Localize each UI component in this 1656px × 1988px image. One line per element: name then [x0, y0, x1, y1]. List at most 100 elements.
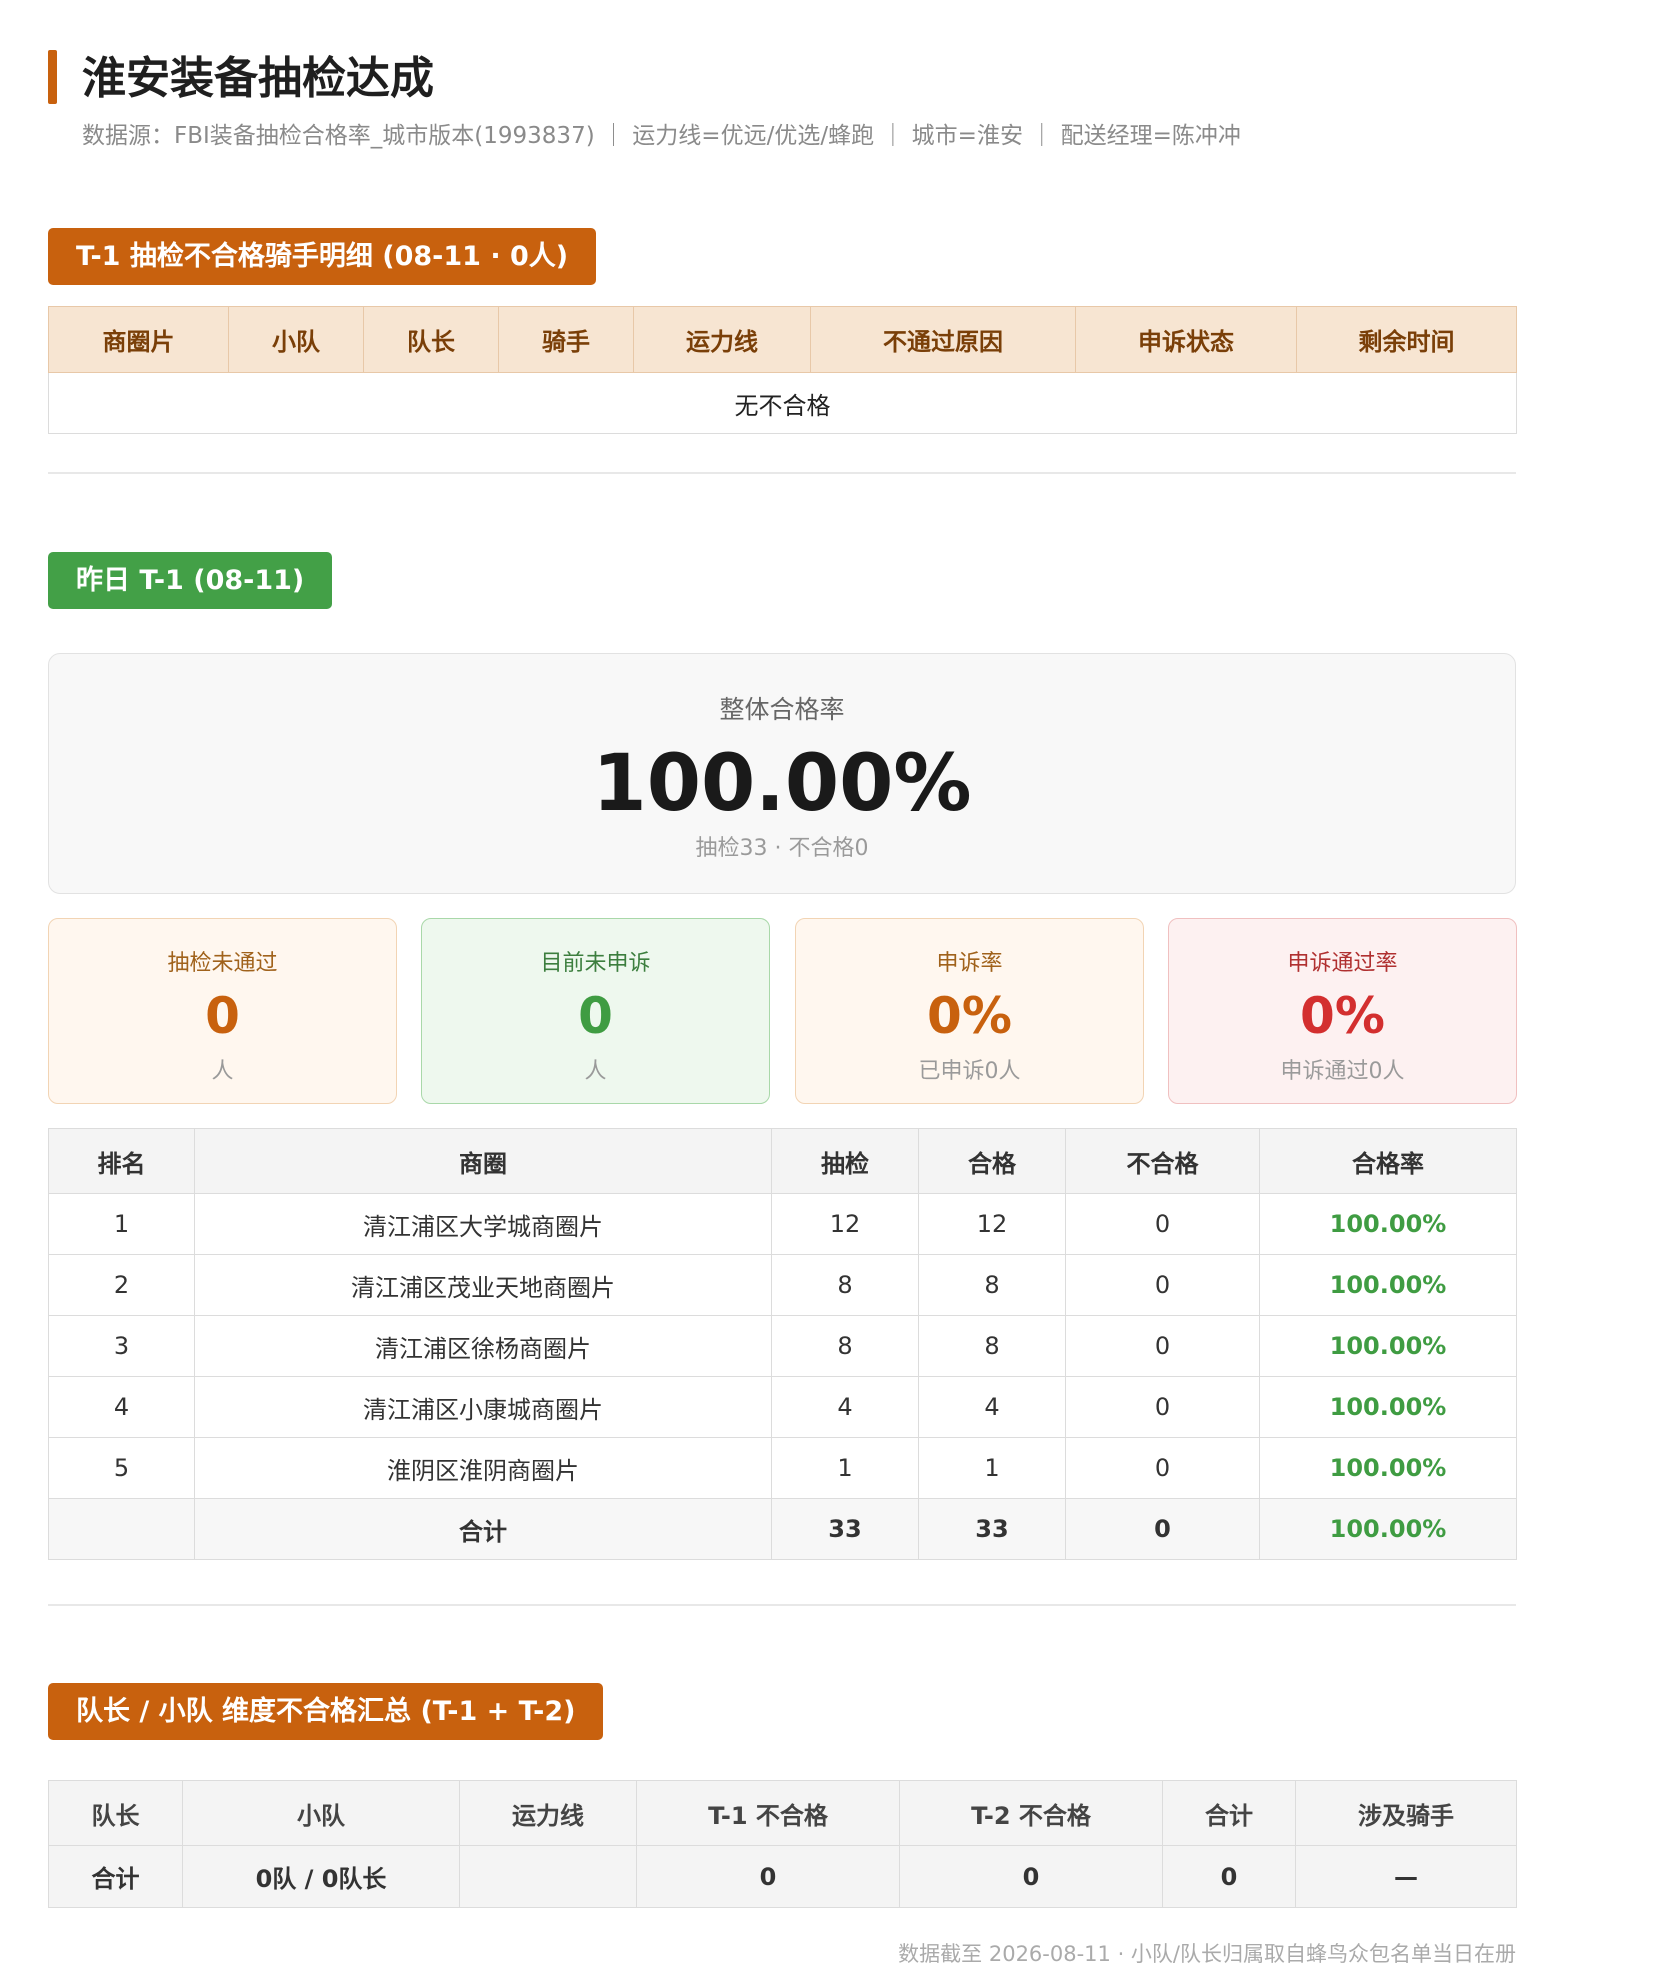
column-header[interactable]: 不通过原因	[810, 306, 1076, 373]
failed-detail-table-wrap: 商圈片 小队 队长 骑手 运力线 不通过原因 申诉状态 剩余时间 无不合格	[48, 306, 1517, 434]
column-header[interactable]: 队长	[363, 306, 499, 373]
area-cell: 清江浦区茂业天地商圈片	[194, 1254, 772, 1316]
table-row: 2 清江浦区茂业天地商圈片 8 8 0 100.00%	[48, 1254, 1517, 1316]
failed-cell: 0	[1065, 1193, 1260, 1255]
yesterday-tag: 昨日 T-1 (08-11)	[48, 552, 333, 609]
area-cell: 清江浦区大学城商圈片	[194, 1193, 772, 1255]
overall-pass-rate-value: 100.00%	[592, 739, 972, 829]
passed-cell: 8	[918, 1254, 1066, 1316]
checked-cell: 8	[771, 1315, 919, 1377]
t1-failed-cell: 0	[636, 1845, 900, 1908]
riders-cell: —	[1295, 1845, 1517, 1908]
table-header-row: 排名 商圈 抽检 合格 不合格 合格率	[48, 1128, 1517, 1194]
checked-cell: 4	[771, 1376, 919, 1438]
area-cell: 合计	[194, 1498, 772, 1560]
line-cell	[459, 1845, 637, 1908]
stat-card-value: 0%	[1300, 987, 1385, 1045]
column-header[interactable]: 骑手	[498, 306, 634, 373]
table-total-row: 合计 0队 / 0队长 0 0 0 —	[48, 1845, 1517, 1908]
checked-cell: 1	[771, 1437, 919, 1499]
section-divider	[48, 1604, 1516, 1606]
column-header[interactable]: 合格	[918, 1128, 1066, 1194]
stat-card-not-appealed: 目前未申诉 0 人	[421, 918, 770, 1104]
stat-card-sub: 人	[584, 1059, 607, 1084]
stat-card-label: 申诉率	[936, 951, 1003, 976]
table-total-row: 合计 33 33 0 100.00%	[48, 1498, 1517, 1560]
pass-rate-cell: 100.00%	[1259, 1437, 1517, 1499]
stat-card-failed: 抽检未通过 0 人	[48, 918, 397, 1104]
sum-cell: 0	[1162, 1845, 1296, 1908]
failed-cell: 0	[1065, 1376, 1260, 1438]
rank-cell: 3	[48, 1315, 195, 1377]
checked-cell: 12	[771, 1193, 919, 1255]
column-header[interactable]: 申诉状态	[1075, 306, 1297, 373]
pass-rate-cell: 100.00%	[1259, 1498, 1517, 1560]
column-header[interactable]: 排名	[48, 1128, 195, 1194]
table-row: 3 清江浦区徐杨商圈片 8 8 0 100.00%	[48, 1315, 1517, 1377]
stat-card-sub: 人	[211, 1059, 234, 1084]
checked-cell: 8	[771, 1254, 919, 1316]
rank-cell: 5	[48, 1437, 195, 1499]
rank-cell: 1	[48, 1193, 195, 1255]
area-cell: 清江浦区徐杨商圈片	[194, 1315, 772, 1377]
failed-cell: 0	[1065, 1498, 1260, 1560]
column-header[interactable]: 运力线	[633, 306, 811, 373]
stat-card-sub: 已申诉0人	[918, 1059, 1021, 1084]
stat-card-value: 0%	[927, 987, 1012, 1045]
area-ranking-table-wrap: 排名 商圈 抽检 合格 不合格 合格率 1 清江浦区大学城商圈片 12 12 0…	[48, 1128, 1517, 1560]
section-divider	[48, 472, 1516, 474]
column-header[interactable]: 抽检	[771, 1128, 919, 1194]
footer-note: 数据截至 2026-08-11 · 小队/队长归属取自蜂鸟众包名单当日在册	[898, 1942, 1516, 1966]
area-cell: 清江浦区小康城商圈片	[194, 1376, 772, 1438]
pass-rate-cell: 100.00%	[1259, 1376, 1517, 1438]
failed-cell: 0	[1065, 1437, 1260, 1499]
column-header[interactable]: T-2 不合格	[899, 1780, 1163, 1846]
passed-cell: 4	[918, 1376, 1066, 1438]
page-title: 淮安装备抽检达成	[82, 53, 434, 104]
stat-card-appeal-rate: 申诉率 0% 已申诉0人	[795, 918, 1144, 1104]
overall-pass-rate-label: 整体合格率	[719, 695, 845, 724]
stat-card-label: 抽检未通过	[167, 951, 278, 976]
column-header[interactable]: 不合格	[1065, 1128, 1260, 1194]
leader-summary-table: 队长 小队 运力线 T-1 不合格 T-2 不合格 合计 涉及骑手 合计 0队 …	[48, 1780, 1517, 1908]
column-header[interactable]: T-1 不合格	[636, 1780, 900, 1846]
table-row: 无不合格	[48, 372, 1517, 434]
column-header[interactable]: 涉及骑手	[1295, 1780, 1517, 1846]
rank-cell: 4	[48, 1376, 195, 1438]
column-header[interactable]: 商圈	[194, 1128, 772, 1194]
leader-cell: 合计	[48, 1845, 183, 1908]
failed-cell: 0	[1065, 1254, 1260, 1316]
stat-card-value: 0	[578, 987, 613, 1045]
passed-cell: 12	[918, 1193, 1066, 1255]
stat-card-label: 目前未申诉	[540, 951, 651, 976]
table-row: 5 淮阴区淮阴商圈片 1 1 0 100.00%	[48, 1437, 1517, 1499]
rank-cell: 2	[48, 1254, 195, 1316]
column-header[interactable]: 运力线	[459, 1780, 637, 1846]
column-header[interactable]: 小队	[228, 306, 364, 373]
column-header[interactable]: 剩余时间	[1296, 306, 1517, 373]
area-cell: 淮阴区淮阴商圈片	[194, 1437, 772, 1499]
rank-cell	[48, 1498, 195, 1560]
area-ranking-table: 排名 商圈 抽检 合格 不合格 合格率 1 清江浦区大学城商圈片 12 12 0…	[48, 1128, 1517, 1560]
column-header[interactable]: 队长	[48, 1780, 183, 1846]
empty-state-text: 无不合格	[48, 372, 1517, 434]
team-cell: 0队 / 0队长	[182, 1845, 460, 1908]
overall-pass-rate-card: 整体合格率 100.00% 抽检33 · 不合格0	[48, 653, 1516, 894]
page-subtitle: 数据源：FBI装备抽检合格率_城市版本(1993837) ｜ 运力线=优远/优选…	[82, 123, 1241, 149]
overall-pass-rate-sub: 抽检33 · 不合格0	[695, 836, 869, 861]
pass-rate-cell: 100.00%	[1259, 1193, 1517, 1255]
table-row: 1 清江浦区大学城商圈片 12 12 0 100.00%	[48, 1193, 1517, 1255]
leader-summary-table-wrap: 队长 小队 运力线 T-1 不合格 T-2 不合格 合计 涉及骑手 合计 0队 …	[48, 1780, 1517, 1908]
stat-card-label: 申诉通过率	[1287, 951, 1398, 976]
column-header[interactable]: 商圈片	[48, 306, 229, 373]
t2-failed-cell: 0	[899, 1845, 1163, 1908]
column-header[interactable]: 小队	[182, 1780, 460, 1846]
passed-cell: 1	[918, 1437, 1066, 1499]
stat-card-appeal-pass-rate: 申诉通过率 0% 申诉通过0人	[1168, 918, 1517, 1104]
failed-detail-table: 商圈片 小队 队长 骑手 运力线 不通过原因 申诉状态 剩余时间 无不合格	[48, 306, 1517, 434]
column-header[interactable]: 合格率	[1259, 1128, 1517, 1194]
table-header-row: 队长 小队 运力线 T-1 不合格 T-2 不合格 合计 涉及骑手	[48, 1780, 1517, 1846]
passed-cell: 8	[918, 1315, 1066, 1377]
passed-cell: 33	[918, 1498, 1066, 1560]
column-header[interactable]: 合计	[1162, 1780, 1296, 1846]
